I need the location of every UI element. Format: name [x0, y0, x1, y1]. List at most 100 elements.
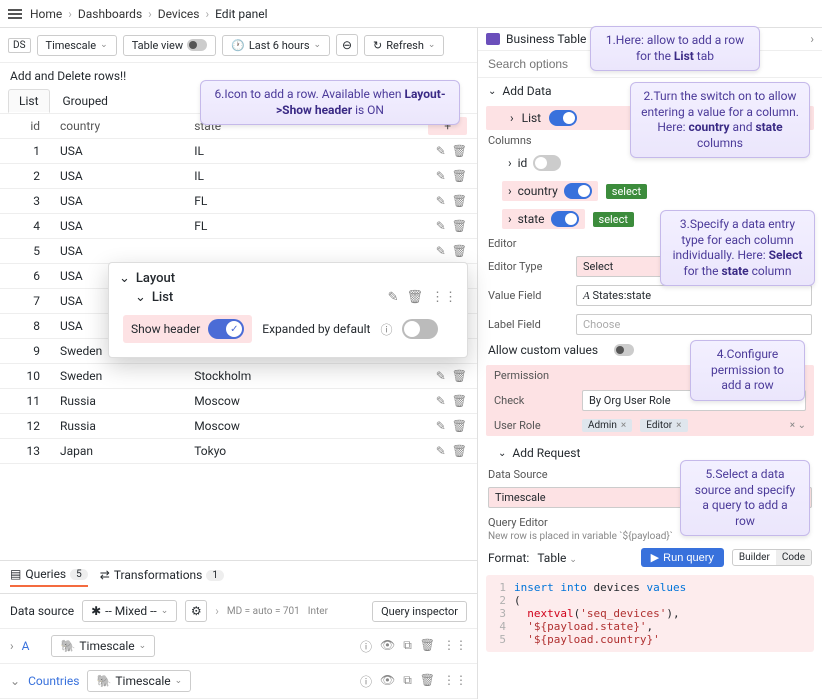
edit-icon[interactable]: ✎: [436, 444, 446, 458]
crumb-devices[interactable]: Devices: [158, 7, 200, 21]
chevron-right-icon[interactable]: ›: [508, 184, 512, 198]
zoom-out-icon[interactable]: ⊖: [336, 34, 358, 56]
trash-icon[interactable]: 🗑: [406, 290, 423, 305]
chevron-right-icon[interactable]: ›: [510, 111, 514, 125]
q-a-trash-icon[interactable]: 🗑: [420, 638, 435, 655]
crumb-home[interactable]: Home: [30, 7, 62, 21]
col-country[interactable]: country: [50, 114, 184, 139]
edit-icon[interactable]: ✎: [436, 419, 446, 433]
query-key-countries[interactable]: Countries: [28, 674, 79, 688]
view-mode[interactable]: Table view: [123, 35, 216, 56]
chevron-right-icon[interactable]: ›: [508, 156, 512, 170]
panel-type[interactable]: Business Table: [506, 32, 586, 46]
chevron-down-icon[interactable]: ⌄: [10, 674, 20, 688]
callout-6: 6.Icon to add a row. Available when Layo…: [200, 80, 460, 125]
edit-icon[interactable]: ✎: [436, 369, 446, 383]
q-a-copy-icon[interactable]: ⧉: [403, 638, 412, 655]
col-id[interactable]: id: [0, 114, 50, 139]
editor-mode-toggle[interactable]: Builder Code: [732, 549, 812, 566]
chevron-down-icon[interactable]: ⌄: [119, 271, 130, 286]
drag-icon[interactable]: ⋮⋮: [431, 290, 457, 305]
allow-custom-toggle[interactable]: [614, 344, 634, 356]
table-view-toggle[interactable]: [187, 39, 207, 51]
edit-icon[interactable]: ✎: [436, 169, 446, 183]
q-a-drag-icon[interactable]: ⋮⋮: [443, 638, 467, 655]
chevron-right-icon[interactable]: ›: [10, 639, 14, 653]
section-add-data[interactable]: Add Data: [502, 84, 551, 98]
info-icon[interactable]: ⓘ: [380, 321, 392, 338]
sql-editor[interactable]: 1insert into devices values 2( 3 nextval…: [486, 575, 814, 652]
trash-icon[interactable]: 🗑: [452, 244, 467, 258]
refresh-button[interactable]: ↻ Refresh⌄: [364, 35, 444, 56]
col-name: country: [518, 184, 558, 198]
close-icon[interactable]: ×: [621, 420, 626, 431]
q-a-info-icon[interactable]: ⓘ: [360, 638, 372, 655]
trash-icon[interactable]: 🗑: [452, 169, 467, 183]
show-header-toggle[interactable]: [208, 319, 244, 339]
query-key-a[interactable]: A: [22, 639, 30, 653]
chevron-right-icon[interactable]: ›: [508, 212, 512, 226]
trash-icon[interactable]: 🗑: [452, 369, 467, 383]
tab-transformations[interactable]: ⇄ Transformations 1: [100, 568, 224, 586]
trash-icon[interactable]: 🗑: [452, 419, 467, 433]
chevron-down-icon[interactable]: ⌄: [135, 290, 146, 305]
edit-icon[interactable]: ✎: [436, 194, 446, 208]
tab-list[interactable]: List: [8, 89, 50, 113]
q-c-copy-icon[interactable]: ⧉: [403, 673, 412, 690]
select-badge[interactable]: select: [606, 184, 647, 199]
edit-icon[interactable]: ✎: [436, 244, 446, 258]
chevron-down-icon[interactable]: ⌄: [498, 448, 506, 459]
ds-mixed-select[interactable]: ✱ -- Mixed -- ⌄: [82, 600, 177, 622]
col-toggle[interactable]: [533, 155, 561, 171]
role-editor-chip[interactable]: Editor×: [640, 419, 687, 432]
label-field-input[interactable]: Choose: [576, 314, 812, 335]
clear-roles[interactable]: × ⌄: [790, 420, 806, 431]
editor-type-label: Editor Type: [488, 260, 568, 273]
ds-settings-icon[interactable]: ⚙: [185, 600, 207, 622]
trash-icon[interactable]: 🗑: [452, 444, 467, 458]
col-toggle[interactable]: [551, 211, 579, 227]
run-query-button[interactable]: ▶ Run query: [641, 548, 724, 567]
time-range[interactable]: 🕐 Last 6 hours⌄: [222, 35, 330, 56]
role-admin-chip[interactable]: Admin×: [582, 419, 632, 432]
add-request-section[interactable]: Add Request: [512, 446, 580, 460]
value-field-input[interactable]: A States:state: [576, 285, 812, 306]
edit-icon[interactable]: ✎: [436, 219, 446, 233]
chevron-right-icon[interactable]: ›: [810, 32, 814, 46]
tab-grouped[interactable]: Grouped: [52, 89, 119, 113]
edit-icon[interactable]: ✎: [388, 290, 399, 305]
tab-queries[interactable]: ▤ Queries 5: [10, 567, 88, 587]
q-c-trash-icon[interactable]: 🗑: [420, 673, 435, 690]
hamburger-icon[interactable]: [8, 9, 22, 19]
crumb-dashboards[interactable]: Dashboards: [78, 7, 142, 21]
trash-icon[interactable]: 🗑: [452, 219, 467, 233]
popup-layout[interactable]: Layout: [136, 271, 175, 286]
col-toggle[interactable]: [564, 183, 592, 199]
q-c-drag-icon[interactable]: ⋮⋮: [443, 673, 467, 690]
callout-2: 2.Turn the switch on to allow entering a…: [630, 82, 810, 158]
ds-picker[interactable]: Timescale⌄: [37, 35, 117, 56]
chevron-down-icon[interactable]: ⌄: [488, 86, 496, 97]
trash-icon[interactable]: 🗑: [452, 194, 467, 208]
popup-list[interactable]: List: [152, 290, 173, 305]
query-inspector-button[interactable]: Query inspector: [372, 601, 467, 622]
format-select[interactable]: Table ⌄: [537, 551, 577, 565]
trash-icon[interactable]: 🗑: [452, 394, 467, 408]
query-countries-ds[interactable]: 🐘Timescale⌄: [87, 670, 191, 692]
close-icon[interactable]: ×: [676, 420, 681, 431]
list-field: List: [522, 111, 542, 125]
builder-mode[interactable]: Builder: [733, 550, 776, 565]
query-a-ds[interactable]: 🐘Timescale⌄: [51, 635, 155, 657]
code-mode[interactable]: Code: [776, 550, 811, 565]
edit-icon[interactable]: ✎: [436, 394, 446, 408]
q-c-info-icon[interactable]: ⓘ: [360, 673, 372, 690]
q-c-eye-icon[interactable]: 👁: [380, 673, 395, 690]
q-a-eye-icon[interactable]: 👁: [380, 638, 395, 655]
select-badge[interactable]: select: [593, 212, 634, 227]
list-toggle[interactable]: [549, 110, 577, 126]
edit-icon[interactable]: ✎: [436, 144, 446, 158]
expanded-toggle[interactable]: [402, 319, 438, 339]
table-row: 12RussiaMoscow✎🗑: [0, 414, 477, 439]
trash-icon[interactable]: 🗑: [452, 144, 467, 158]
ds-label: Data source: [10, 604, 74, 618]
